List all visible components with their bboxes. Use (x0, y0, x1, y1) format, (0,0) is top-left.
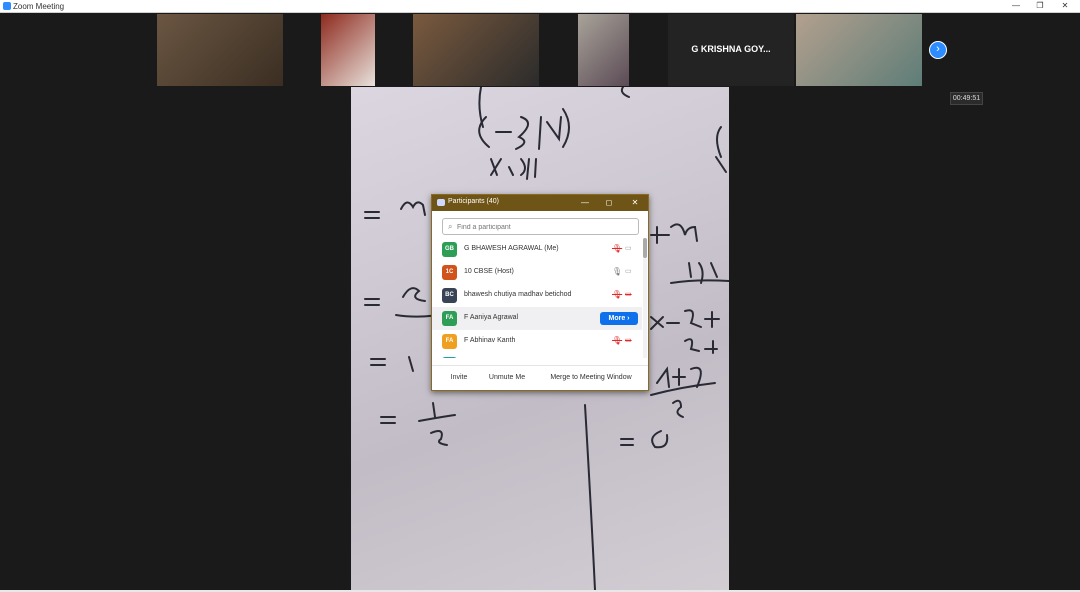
window-titlebar: Zoom Meeting — ❐ ✕ (0, 0, 1080, 13)
avatar: BC (442, 288, 457, 303)
avatar: GB (442, 242, 457, 257)
zoom-app-icon (3, 2, 11, 10)
video-tile-2[interactable] (321, 14, 375, 86)
microphone-muted-icon[interactable]: 🎙 (612, 336, 622, 345)
participant-search-box[interactable]: ⌕ (442, 218, 639, 235)
participant-name: F Aaniya Agrawal (464, 314, 519, 321)
window-title: Zoom Meeting (13, 2, 65, 11)
microphone-icon[interactable]: 🎙 (612, 267, 622, 276)
video-camera-off-icon: ▭ (625, 337, 632, 344)
participant-name: F Abhinav Kanth (464, 337, 516, 344)
next-page-arrow-icon[interactable]: › (929, 41, 947, 59)
video-tile-6[interactable] (796, 14, 922, 86)
participant-list-scrollbar[interactable] (643, 238, 647, 358)
name-tile[interactable]: G KRISHNA GOY... (668, 14, 794, 86)
video-tile-4[interactable] (578, 14, 629, 86)
video-camera-icon: ▭ (625, 268, 632, 275)
participants-panel-header[interactable]: Participants (40) — ◻ ✕ (432, 195, 648, 211)
avatar: 1C (442, 265, 457, 280)
search-icon: ⌕ (448, 222, 453, 231)
video-tile-3[interactable] (413, 14, 539, 86)
microphone-muted-icon[interactable]: 🎙 (612, 290, 622, 299)
unmute-me-button[interactable]: Unmute Me (484, 371, 530, 385)
participant-name: 10 CBSE (Host) (464, 268, 514, 275)
participant-name: G BHAWESH AGRAWAL (Me) (464, 245, 559, 252)
panel-popout-button[interactable]: ◻ (602, 196, 616, 210)
participant-name: bhawesh chutiya madhav betichod (464, 291, 572, 298)
invite-button[interactable]: Invite (444, 371, 474, 385)
scrollbar-thumb[interactable] (643, 238, 647, 258)
participant-row[interactable]: FA F Abhinav Kanth 🎙 ▭ (432, 330, 642, 353)
more-button[interactable]: More › (600, 312, 638, 325)
participant-row[interactable]: GB G BHAWESH AGRAWAL (Me) 🎙 ▭ (432, 238, 642, 261)
participants-panel-title: Participants (40) (448, 198, 499, 205)
participant-row[interactable]: FA F Aaniya Agrawal More › (432, 307, 642, 330)
participants-panel: Participants (40) — ◻ ✕ ⌕ GB G BHAWESH AG… (431, 194, 649, 391)
merge-to-meeting-window-button[interactable]: Merge to Meeting Window (544, 371, 638, 385)
avatar: FA (442, 311, 457, 326)
participants-panel-footer: Invite Unmute Me Merge to Meeting Window (432, 365, 648, 390)
meeting-timer: 00:49:51 (950, 92, 983, 105)
participant-row[interactable]: 1C 10 CBSE (Host) 🎙 ▭ (432, 261, 642, 284)
video-tile-1[interactable] (157, 14, 283, 86)
panel-close-button[interactable]: ✕ (628, 196, 642, 210)
participant-name-label: G KRISHNA GOY... (691, 44, 771, 54)
avatar: FA (442, 334, 457, 349)
participant-row[interactable]: BC bhawesh chutiya madhav betichod 🎙 ▭ (432, 284, 642, 307)
microphone-muted-icon[interactable]: 🎙 (612, 244, 622, 253)
zoom-panel-icon (437, 199, 445, 206)
participant-row[interactable]: FAF ADITYA AGRAWAL🎙▭ (432, 353, 642, 358)
participant-search-input[interactable] (457, 221, 635, 233)
panel-minimize-button[interactable]: — (578, 196, 592, 210)
video-camera-icon: ▭ (625, 245, 632, 252)
close-window-button[interactable]: ✕ (1053, 0, 1077, 12)
participant-list: GB G BHAWESH AGRAWAL (Me) 🎙 ▭ 1C 10 CBSE (Hos… (432, 238, 642, 358)
minimize-button[interactable]: — (1004, 0, 1028, 12)
video-camera-off-icon: ▭ (625, 291, 632, 298)
avatar: FA (442, 357, 457, 358)
restore-button[interactable]: ❐ (1028, 0, 1052, 12)
